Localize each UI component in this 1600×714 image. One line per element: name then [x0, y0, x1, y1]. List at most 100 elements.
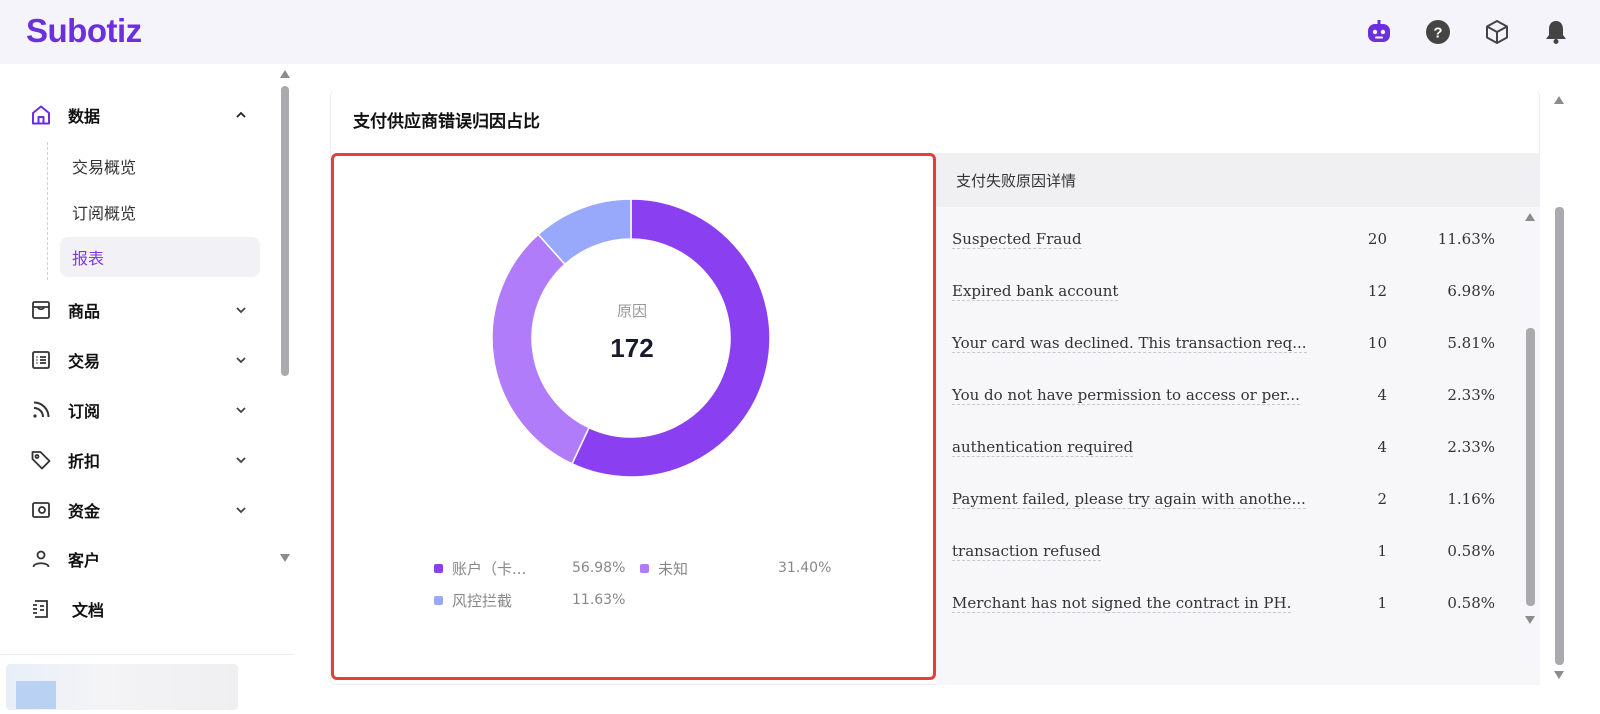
- package-icon[interactable]: [1483, 18, 1511, 46]
- failure-percent: 2.33%: [1447, 386, 1495, 404]
- donut-center-value: 172: [610, 333, 654, 363]
- failure-count: 4: [1377, 438, 1387, 456]
- sidebar-item-label: 订阅: [68, 402, 101, 421]
- sidebar-item-label: 文档: [72, 601, 105, 620]
- sidebar-item-transactions[interactable]: 交易: [28, 342, 258, 378]
- failure-percent: 1.16%: [1447, 490, 1495, 508]
- chevron-down-icon: [234, 352, 248, 371]
- failure-reason[interactable]: Payment failed, please try again with an…: [952, 490, 1306, 509]
- home-icon: [28, 102, 54, 128]
- failure-reason[interactable]: Merchant has not signed the contract in …: [952, 594, 1292, 613]
- avatar: [16, 681, 56, 709]
- failure-count: 4: [1377, 386, 1387, 404]
- details-scroll-down[interactable]: [1525, 616, 1535, 624]
- sidebar-item-label: 交易: [68, 352, 101, 371]
- legend-swatch: [434, 563, 443, 573]
- svg-text:?: ?: [1433, 25, 1442, 42]
- legend-label: 账户（卡...: [452, 559, 527, 578]
- table-row: Suspected Fraud 20 11.63%: [952, 230, 1512, 254]
- sidebar-item-label: 数据: [68, 107, 101, 126]
- submenu-guide-line: [47, 142, 48, 280]
- legend-label: 未知: [658, 559, 689, 578]
- main-scroll-up[interactable]: [1554, 96, 1564, 104]
- table-row: transaction refused 1 0.58%: [952, 542, 1512, 566]
- bell-icon[interactable]: [1542, 18, 1570, 46]
- sidebar-subitem-transaction-overview[interactable]: 交易概览: [60, 146, 260, 186]
- sidebar-item-label: 折扣: [68, 452, 101, 471]
- failure-percent: 11.63%: [1437, 230, 1495, 248]
- failure-percent: 2.33%: [1447, 438, 1495, 456]
- failure-count: 10: [1367, 334, 1387, 352]
- assistant-bot-icon[interactable]: [1365, 18, 1393, 46]
- top-bar: Subotiz ?: [0, 0, 1600, 64]
- legend-label: 风控拦截: [452, 591, 513, 610]
- sidebar-item-discounts[interactable]: 折扣: [28, 442, 258, 478]
- account-panel[interactable]: [6, 664, 238, 710]
- wallet-icon: [28, 497, 54, 523]
- sidebar-item-label: 资金: [68, 502, 101, 521]
- donut-center-label: 原因: [616, 302, 647, 320]
- sidebar-scrollbar[interactable]: [281, 86, 289, 376]
- failure-percent: 0.58%: [1447, 594, 1495, 612]
- table-row: You do not have permission to access or …: [952, 386, 1512, 410]
- failure-percent: 0.58%: [1447, 542, 1495, 560]
- chevron-down-icon: [234, 302, 248, 321]
- chevron-down-icon: [234, 502, 248, 521]
- sidebar-item-docs[interactable]: 文档: [28, 591, 258, 627]
- failure-details-title: 支付失败原因详情: [956, 172, 1077, 190]
- legend-item[interactable]: 风控拦截: [434, 590, 512, 610]
- sidebar-scroll-up[interactable]: [280, 70, 290, 78]
- card-title: 支付供应商错误归因占比: [353, 112, 540, 132]
- legend-item[interactable]: 未知: [640, 558, 688, 578]
- legend-percent: 56.98%: [572, 560, 626, 576]
- failure-reason[interactable]: Suspected Fraud: [952, 230, 1082, 249]
- sidebar-item-products[interactable]: 商品: [28, 292, 258, 328]
- user-icon: [28, 546, 54, 572]
- table-row: Payment failed, please try again with an…: [952, 490, 1512, 514]
- donut-slice-1[interactable]: [491, 233, 590, 465]
- table-row: Merchant has not signed the contract in …: [952, 594, 1512, 618]
- details-scroll-up[interactable]: [1525, 213, 1535, 221]
- sidebar-item-data[interactable]: 数据: [28, 97, 258, 133]
- brand-logo[interactable]: Subotiz: [26, 12, 142, 50]
- failure-details-header: 支付失败原因详情: [936, 153, 1540, 207]
- failure-reason[interactable]: Your card was declined. This transaction…: [952, 334, 1307, 353]
- failure-percent: 5.81%: [1447, 334, 1495, 352]
- main-scrollbar[interactable]: [1555, 207, 1564, 665]
- sidebar-subitem-reports[interactable]: 报表: [60, 237, 260, 277]
- failure-count: 20: [1367, 230, 1387, 248]
- sidebar-item-label: 商品: [68, 302, 101, 321]
- failure-reason[interactable]: authentication required: [952, 438, 1134, 457]
- sidebar-item-funds[interactable]: 资金: [28, 492, 258, 528]
- details-scrollbar[interactable]: [1526, 328, 1535, 606]
- list-icon: [28, 347, 54, 373]
- failure-reason[interactable]: transaction refused: [952, 542, 1101, 561]
- table-row: authentication required 4 2.33%: [952, 438, 1512, 462]
- failure-reason[interactable]: You do not have permission to access or …: [952, 386, 1300, 405]
- sidebar-item-subscriptions[interactable]: 订阅: [28, 392, 258, 428]
- legend-item[interactable]: 账户（卡...: [434, 558, 526, 578]
- sidebar-scroll-down[interactable]: [280, 554, 290, 562]
- rss-icon: [28, 397, 54, 423]
- tag-icon: [28, 447, 54, 473]
- table-row: Your card was declined. This transaction…: [952, 334, 1512, 358]
- sidebar-item-label: 客户: [68, 551, 101, 570]
- failure-percent: 6.98%: [1447, 282, 1495, 300]
- sidebar-item-customers[interactable]: 客户: [28, 541, 258, 577]
- failure-count: 12: [1367, 282, 1387, 300]
- main-scroll-down[interactable]: [1554, 671, 1564, 679]
- table-row: Expired bank account 12 6.98%: [952, 282, 1512, 306]
- legend-swatch: [640, 563, 649, 573]
- legend-swatch: [434, 595, 443, 605]
- document-icon: [28, 596, 54, 622]
- help-icon[interactable]: ?: [1424, 18, 1452, 46]
- failure-reason[interactable]: Expired bank account: [952, 282, 1119, 301]
- failure-count: 1: [1377, 542, 1387, 560]
- failure-count: 1: [1377, 594, 1387, 612]
- sidebar-subitem-subscription-overview[interactable]: 订阅概览: [60, 192, 260, 232]
- legend-percent: 31.40%: [778, 560, 832, 576]
- legend-percent: 11.63%: [572, 592, 626, 608]
- failure-count: 2: [1377, 490, 1387, 508]
- chevron-down-icon: [234, 402, 248, 421]
- store-icon: [28, 297, 54, 323]
